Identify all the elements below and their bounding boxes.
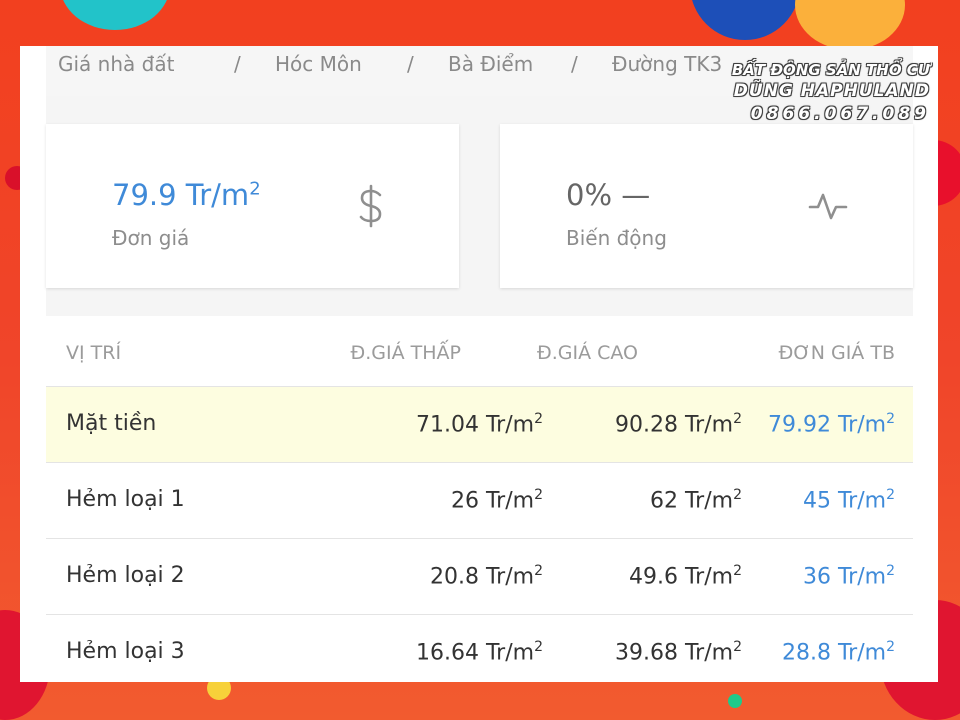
watermark: BẤT ĐỘNG SẢN THỔ CƯ DŨNG HAPHULAND 0866.… bbox=[732, 60, 930, 126]
decor-circle-cyan bbox=[60, 0, 170, 30]
table-row[interactable]: Hẻm loại 3 16.64 Tr/m2 39.68 Tr/m2 28.8 … bbox=[46, 615, 913, 682]
header-avg-price: ĐƠN GIÁ TB bbox=[778, 342, 895, 364]
table-row[interactable]: Hẻm loại 1 26 Tr/m2 62 Tr/m2 45 Tr/m2 bbox=[46, 463, 913, 539]
cell-location: Mặt tiền bbox=[66, 411, 157, 436]
cell-low-price: 26 Tr/m2 bbox=[450, 487, 543, 514]
decor-circle-yellow bbox=[795, 0, 905, 50]
decor-dot-green bbox=[728, 694, 742, 708]
unit-price-value: 79.9 Tr/m2 bbox=[112, 178, 261, 212]
cell-avg-price: 36 Tr/m2 bbox=[802, 563, 895, 590]
breadcrumb-item-hoc-mon[interactable]: Hóc Môn bbox=[275, 52, 362, 76]
table-header: VỊ TRÍ Đ.GIÁ THẤP Đ.GIÁ CAO ĐƠN GIÁ TB bbox=[46, 316, 913, 387]
screenshot-frame: Giá nhà đất / Hóc Môn / Bà Điểm / Đường … bbox=[20, 46, 938, 682]
watermark-phone: 0866.067.089 bbox=[750, 104, 930, 125]
cell-avg-price: 45 Tr/m2 bbox=[802, 487, 895, 514]
cell-high-price: 90.28 Tr/m2 bbox=[615, 411, 742, 438]
breadcrumb-item-ba-diem[interactable]: Bà Điểm bbox=[448, 52, 533, 76]
watermark-line-1: BẤT ĐỘNG SẢN THỔ CƯ bbox=[731, 61, 930, 79]
price-change-value: 0% — bbox=[566, 178, 651, 212]
cell-location: Hẻm loại 2 bbox=[66, 563, 185, 588]
breadcrumb-item-gia-nha-dat[interactable]: Giá nhà đất bbox=[58, 52, 174, 76]
cell-avg-price: 79.92 Tr/m2 bbox=[768, 411, 895, 438]
cell-location: Hẻm loại 1 bbox=[66, 487, 185, 512]
price-table: VỊ TRÍ Đ.GIÁ THẤP Đ.GIÁ CAO ĐƠN GIÁ TB M… bbox=[46, 316, 913, 682]
breadcrumb-separator: / bbox=[571, 52, 578, 76]
header-low-price: Đ.GIÁ THẤP bbox=[350, 342, 461, 364]
unit-price-label: Đơn giá bbox=[112, 226, 190, 250]
breadcrumb-separator: / bbox=[234, 52, 241, 76]
price-panel: Giá nhà đất / Hóc Môn / Bà Điểm / Đường … bbox=[46, 46, 913, 682]
cell-low-price: 16.64 Tr/m2 bbox=[416, 639, 543, 666]
breadcrumb-item-duong-tk3[interactable]: Đường TK3 bbox=[612, 52, 722, 76]
header-high-price: Đ.GIÁ CAO bbox=[537, 342, 639, 364]
activity-icon bbox=[808, 190, 848, 226]
cell-low-price: 20.8 Tr/m2 bbox=[430, 563, 543, 590]
dollar-icon bbox=[358, 184, 384, 232]
price-change-label: Biến động bbox=[566, 226, 667, 250]
cell-high-price: 62 Tr/m2 bbox=[649, 487, 742, 514]
breadcrumb-separator: / bbox=[407, 52, 414, 76]
watermark-line-2: DŨNG HAPHULAND bbox=[733, 81, 930, 102]
decor-circle-blue bbox=[690, 0, 800, 40]
table-row[interactable]: Mặt tiền 71.04 Tr/m2 90.28 Tr/m2 79.92 T… bbox=[46, 387, 913, 463]
cell-high-price: 49.6 Tr/m2 bbox=[629, 563, 742, 590]
cell-location: Hẻm loại 3 bbox=[66, 639, 185, 664]
cell-low-price: 71.04 Tr/m2 bbox=[416, 411, 543, 438]
unit-price-card: 79.9 Tr/m2 Đơn giá bbox=[46, 124, 459, 288]
header-location: VỊ TRÍ bbox=[66, 342, 122, 364]
price-change-card: 0% — Biến động bbox=[500, 124, 913, 288]
cell-high-price: 39.68 Tr/m2 bbox=[615, 639, 742, 666]
cell-avg-price: 28.8 Tr/m2 bbox=[782, 639, 895, 666]
table-row[interactable]: Hẻm loại 2 20.8 Tr/m2 49.6 Tr/m2 36 Tr/m… bbox=[46, 539, 913, 615]
